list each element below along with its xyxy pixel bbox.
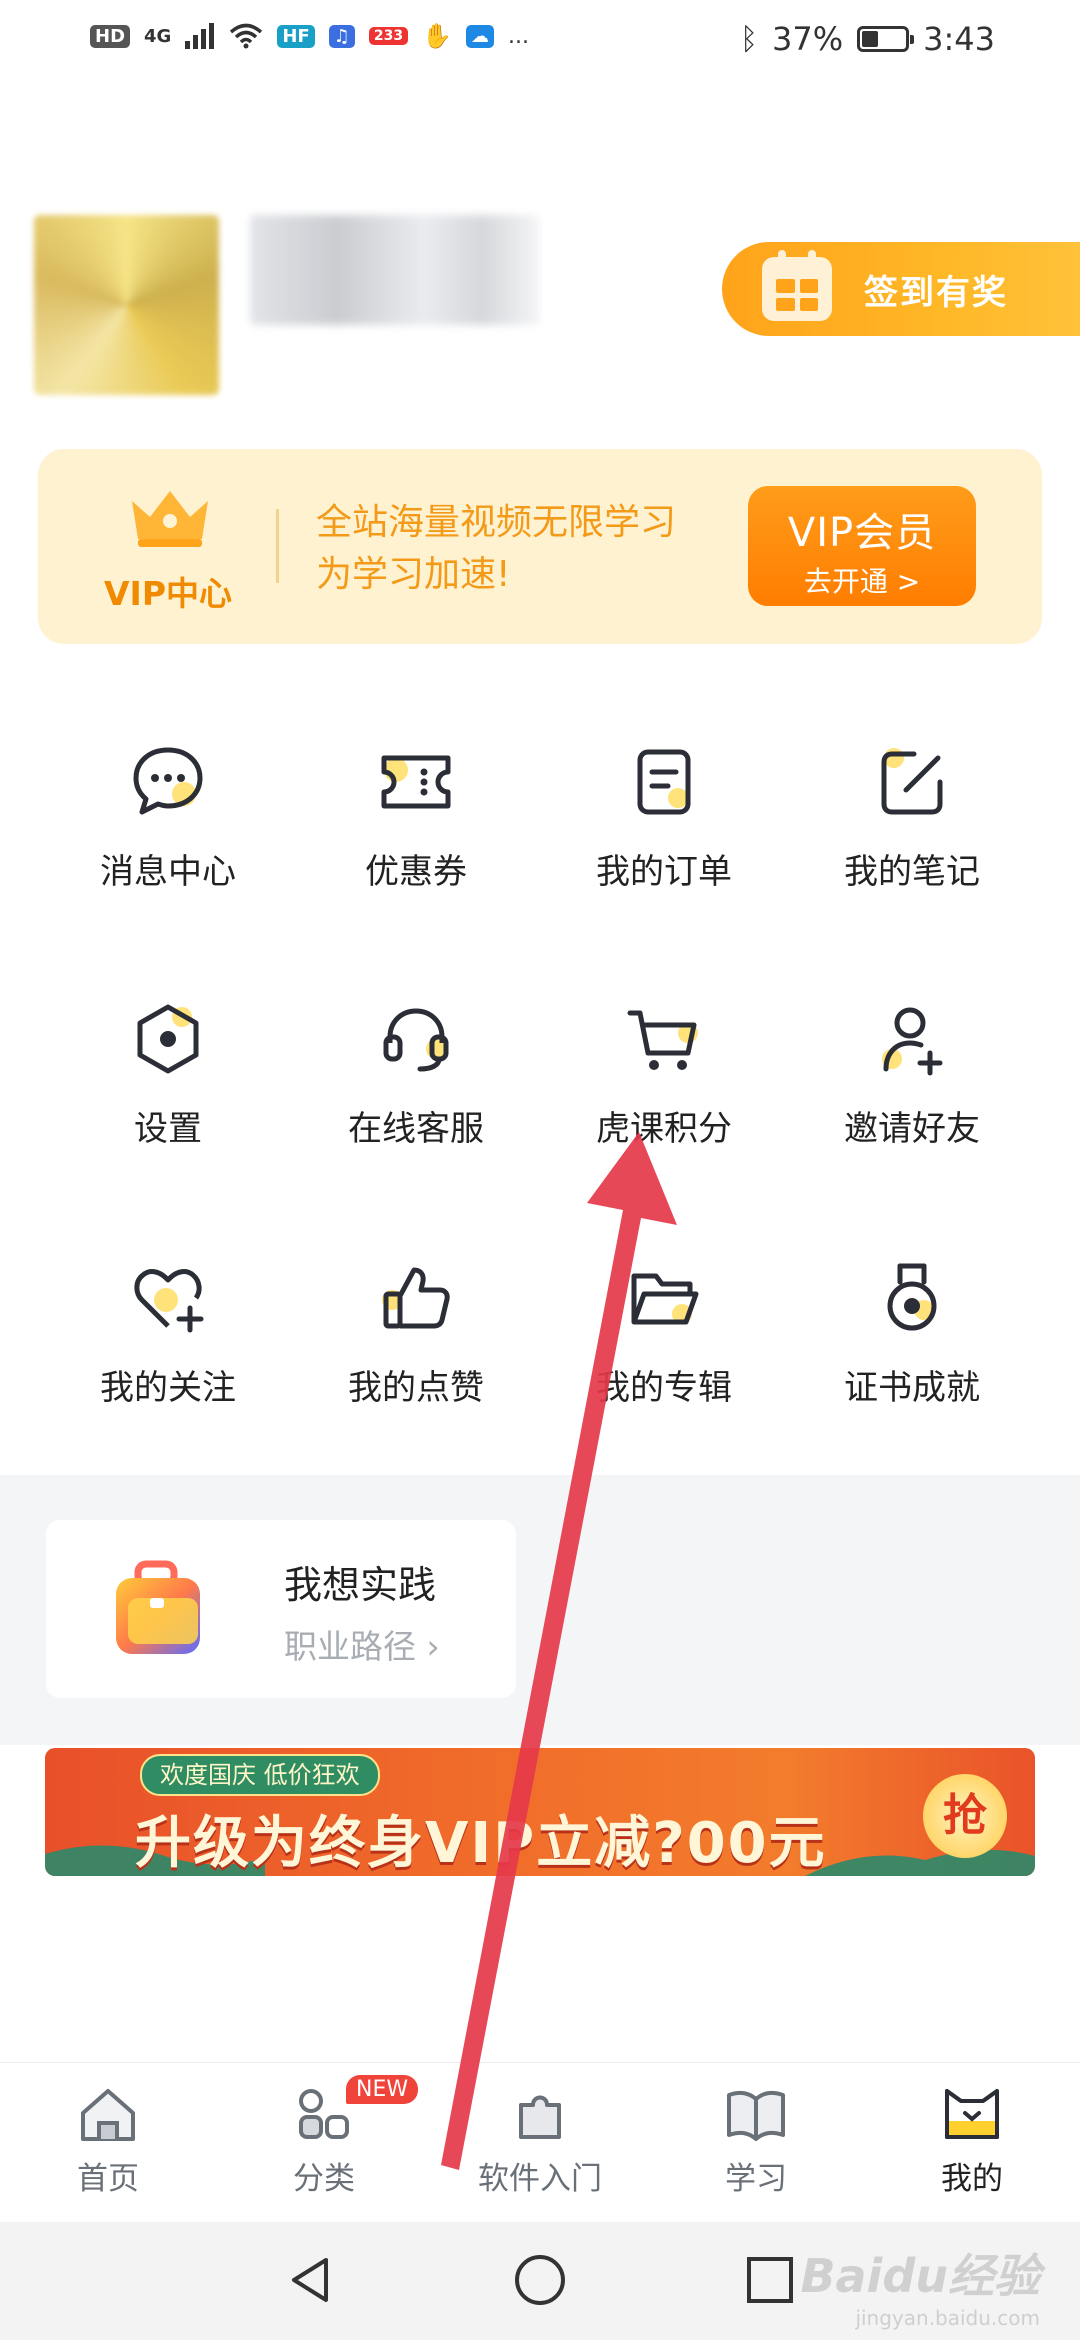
- avatar[interactable]: [34, 215, 219, 395]
- nav-mine[interactable]: 我的: [892, 2083, 1052, 2198]
- grid-label: 邀请好友: [844, 1109, 980, 1149]
- app-233-icon: 233: [368, 27, 409, 45]
- username-blurred: [250, 215, 540, 325]
- grid-item-support[interactable]: 在线客服: [296, 997, 536, 1197]
- network-type: 4G: [144, 25, 172, 47]
- grid-item-albums[interactable]: 我的专辑: [544, 1256, 784, 1456]
- grid-label: 我的点赞: [348, 1368, 484, 1408]
- banner-tag: 欢度国庆 低价狂欢: [140, 1754, 380, 1796]
- grid-label: 我的笔记: [844, 852, 980, 892]
- heart-add-icon: [134, 1269, 204, 1333]
- grid-label: 我的关注: [100, 1368, 236, 1408]
- nav-software-intro[interactable]: 软件入门: [460, 2083, 620, 2198]
- book-icon: [727, 2090, 785, 2141]
- nav-label: 分类: [293, 2161, 355, 2197]
- invite-icon: [882, 1007, 943, 1076]
- grid-item-likes[interactable]: 我的点赞: [296, 1256, 536, 1456]
- puzzle-icon: [519, 2095, 561, 2139]
- cart-icon: [627, 1010, 698, 1070]
- thumbs-up-icon: [382, 1267, 450, 1329]
- settings-icon: [137, 1004, 199, 1074]
- vip-promo-line1: 全站海量视频无限学习: [316, 502, 677, 543]
- grid-item-following[interactable]: 我的关注: [48, 1256, 288, 1456]
- grid-item-notes[interactable]: 我的笔记: [792, 740, 1032, 940]
- career-bag-icon: [116, 1560, 200, 1654]
- vip-center-label: VIP中心: [104, 574, 233, 613]
- grid-label: 我的专辑: [596, 1368, 732, 1408]
- practice-title: 我想实践: [284, 1563, 437, 1607]
- grid-item-points[interactable]: 虎课积分: [544, 997, 784, 1197]
- weather-icon: ☁: [465, 24, 494, 48]
- nav-learn[interactable]: 学习: [676, 2083, 836, 2198]
- battery-icon: [857, 26, 915, 52]
- coupon-icon: [381, 755, 451, 809]
- recents-icon[interactable]: [742, 2252, 798, 2308]
- new-badge: NEW: [346, 2075, 419, 2104]
- folder-icon: [631, 1273, 699, 1325]
- hd-indicator: HD: [90, 24, 131, 48]
- home-circle-icon[interactable]: [512, 2252, 568, 2308]
- crown-icon: [132, 491, 208, 547]
- back-icon[interactable]: [282, 2252, 338, 2308]
- vip-card[interactable]: VIP中心 全站海量视频无限学习 为学习加速! VIP会员 去开通 >: [38, 449, 1042, 644]
- grid-item-certificates[interactable]: 证书成就: [792, 1256, 1032, 1456]
- grid-item-messages[interactable]: 消息中心: [48, 740, 288, 940]
- headset-icon: [383, 1008, 449, 1072]
- grid-item-settings[interactable]: 设置: [48, 997, 288, 1197]
- vip-promo-line2: 为学习加速!: [316, 554, 511, 595]
- bluetooth-icon: ᛒ: [740, 21, 759, 57]
- grid-label: 我的订单: [596, 852, 732, 892]
- nav-label: 我的: [941, 2161, 1003, 2197]
- practice-subtitle: 职业路径 ›: [284, 1627, 440, 1666]
- checkin-button[interactable]: 签到有奖: [722, 242, 1080, 336]
- home-icon: [81, 2089, 135, 2141]
- promo-banner[interactable]: 欢度国庆 低价狂欢 升级为终身VIP立减?00元 抢: [45, 1748, 1035, 1876]
- banner-main-text: 升级为终身VIP立减?00元: [135, 1811, 827, 1876]
- chevron-right-icon: ›: [426, 1627, 440, 1666]
- vip-button-title: VIP会员: [787, 510, 937, 556]
- hand-icon: ✋: [422, 22, 452, 50]
- vip-open-button[interactable]: VIP会员 去开通 >: [748, 486, 976, 606]
- medal-icon: [887, 1263, 937, 1331]
- grab-button[interactable]: 抢: [923, 1774, 1007, 1858]
- note-icon: [881, 748, 943, 815]
- message-icon: [133, 747, 203, 815]
- nav-label: 学习: [725, 2161, 787, 2197]
- grid-label: 优惠券: [365, 852, 467, 892]
- system-nav-bar: Baidu经验 jingyan.baidu.com: [0, 2222, 1080, 2340]
- grid-label: 设置: [134, 1109, 202, 1149]
- status-bar: HD 4G HF ♫ 233 ✋ ☁ ... ᛒ 37% 3:43: [0, 0, 1080, 80]
- calendar-icon: [762, 250, 832, 321]
- nav-label: 首页: [77, 2161, 139, 2197]
- grid-label: 证书成就: [844, 1368, 980, 1408]
- grid-label: 在线客服: [348, 1109, 484, 1149]
- music-icon: ♫: [328, 24, 355, 48]
- grid-label: 虎课积分: [596, 1109, 732, 1149]
- app-hf-icon: HF: [277, 24, 315, 48]
- vip-promo-text: 全站海量视频无限学习 为学习加速!: [316, 497, 676, 601]
- cat-icon: [945, 2089, 999, 2139]
- nav-category[interactable]: NEW 分类: [244, 2075, 419, 2198]
- grid-label: 消息中心: [100, 852, 236, 892]
- wifi-icon: [230, 23, 263, 49]
- more-notifications: ...: [507, 23, 529, 49]
- grid-item-coupons[interactable]: 优惠券: [296, 740, 536, 940]
- order-icon: [637, 749, 691, 815]
- divider: [276, 509, 279, 583]
- practice-card[interactable]: 我想实践 职业路径 ›: [46, 1520, 516, 1698]
- grid-item-orders[interactable]: 我的订单: [544, 740, 784, 940]
- signal-icon: [185, 23, 215, 49]
- battery-percent: 37%: [772, 20, 844, 58]
- clock: 3:43: [923, 20, 995, 58]
- nav-label: 软件入门: [478, 2161, 602, 2197]
- vip-button-sub: 去开通 >: [803, 565, 921, 598]
- nav-home[interactable]: 首页: [28, 2083, 188, 2198]
- checkin-label: 签到有奖: [864, 272, 1008, 313]
- baidu-watermark: Baidu经验 jingyan.baidu.com: [800, 2249, 1040, 2330]
- grid-item-invite[interactable]: 邀请好友: [792, 997, 1032, 1197]
- bottom-nav: 首页 NEW 分类 软件入门 学习 我的: [0, 2062, 1080, 2223]
